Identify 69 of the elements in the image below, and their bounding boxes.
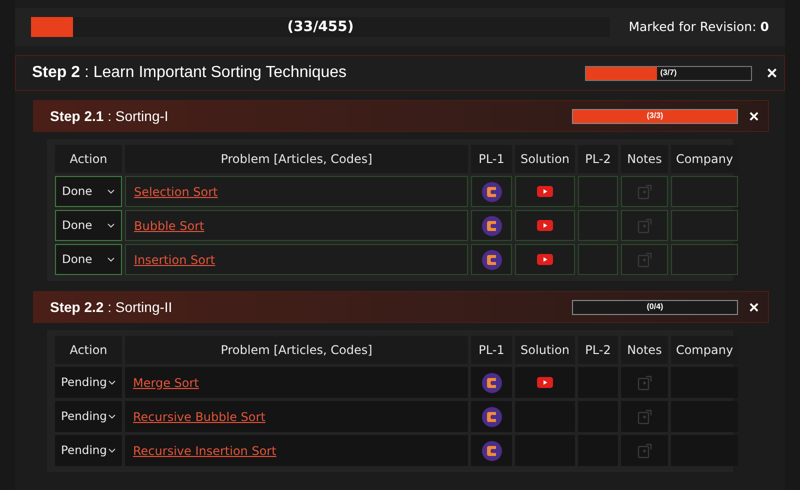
chevron-down-icon <box>108 380 116 385</box>
platform-logo-icon <box>482 406 502 426</box>
step-header[interactable]: Step 2 : Learn Important Sorting Techniques (3/7) × <box>15 55 785 91</box>
table-cell <box>578 210 618 241</box>
video-play-icon[interactable] <box>537 220 553 231</box>
column-header: Problem [Articles, Codes] <box>125 145 468 173</box>
status-select[interactable]: Done <box>55 210 122 241</box>
substep-title: Step 2.2 : Sorting-II <box>50 298 172 317</box>
platform-logo-icon <box>482 440 502 460</box>
close-button[interactable]: × <box>748 298 760 316</box>
chevron-down-icon <box>107 223 115 228</box>
chevron-down-icon <box>108 448 116 453</box>
problem-link[interactable]: Recursive Bubble Sort <box>133 408 266 426</box>
column-header: Solution <box>515 336 575 364</box>
status-select[interactable]: Pending <box>55 367 122 398</box>
column-header: Notes <box>621 336 668 364</box>
progress-count: (3/7) <box>659 67 678 79</box>
platform-logo-icon <box>482 216 502 236</box>
problem-link[interactable]: Bubble Sort <box>134 216 204 234</box>
column-header: PL-2 <box>578 336 618 364</box>
progress-count: (0/4) <box>646 301 664 313</box>
close-button[interactable]: × <box>764 64 780 82</box>
status-value: Done <box>62 216 92 234</box>
status-select[interactable]: Done <box>55 176 122 207</box>
column-header: PL-1 <box>471 145 512 173</box>
note-icon[interactable] <box>636 442 652 458</box>
chevron-down-icon <box>107 189 115 194</box>
problem-link[interactable]: Recursive Insertion Sort <box>133 442 276 460</box>
chevron-down-icon <box>107 257 115 262</box>
problem-link[interactable]: Insertion Sort <box>134 250 216 268</box>
column-header: PL-2 <box>578 145 618 173</box>
column-header: Problem [Articles, Codes] <box>125 336 468 364</box>
column-header: Solution <box>515 145 575 173</box>
platform-logo-icon <box>482 182 502 202</box>
column-header: Notes <box>621 145 668 173</box>
status-value: Done <box>62 250 92 268</box>
substep-title: Step 2.1 : Sorting-I <box>50 106 168 126</box>
status-value: Pending <box>61 374 107 391</box>
revision-label: Marked for Revision: 0 <box>628 18 769 36</box>
platform-logo-icon <box>482 250 502 270</box>
status-select[interactable]: Pending <box>55 401 122 432</box>
column-header: Action <box>55 336 122 364</box>
chevron-down-icon <box>108 414 116 419</box>
platform-logo-icon <box>482 372 502 392</box>
close-button[interactable]: × <box>748 108 760 124</box>
table-cell <box>578 244 618 275</box>
note-icon[interactable] <box>636 252 652 268</box>
step-title: Step 2 : Learn Important Sorting Techniques <box>32 63 347 83</box>
video-play-icon[interactable] <box>537 186 553 197</box>
substep-header[interactable]: Step 2.1 : Sorting-I (3/3) × <box>33 100 769 132</box>
status-select[interactable]: Done <box>55 244 122 275</box>
video-play-icon[interactable] <box>537 254 553 265</box>
column-header: Action <box>55 145 122 173</box>
status-select[interactable]: Pending <box>55 435 122 466</box>
problem-link[interactable]: Selection Sort <box>134 182 218 200</box>
substep-header[interactable]: Step 2.2 : Sorting-II (0/4) × <box>33 291 769 323</box>
note-icon[interactable] <box>636 374 652 390</box>
table-cell <box>578 176 618 207</box>
progress-count: (3/3) <box>646 110 664 122</box>
status-value: Pending <box>61 408 107 425</box>
note-icon[interactable] <box>636 184 652 200</box>
overall-progress-count: (33/455) <box>286 18 355 36</box>
problem-link[interactable]: Merge Sort <box>133 374 199 392</box>
column-header: PL-1 <box>471 336 512 364</box>
note-icon[interactable] <box>636 408 652 424</box>
video-play-icon[interactable] <box>537 377 553 388</box>
status-value: Done <box>62 182 92 200</box>
note-icon[interactable] <box>636 218 652 234</box>
status-value: Pending <box>61 442 107 459</box>
